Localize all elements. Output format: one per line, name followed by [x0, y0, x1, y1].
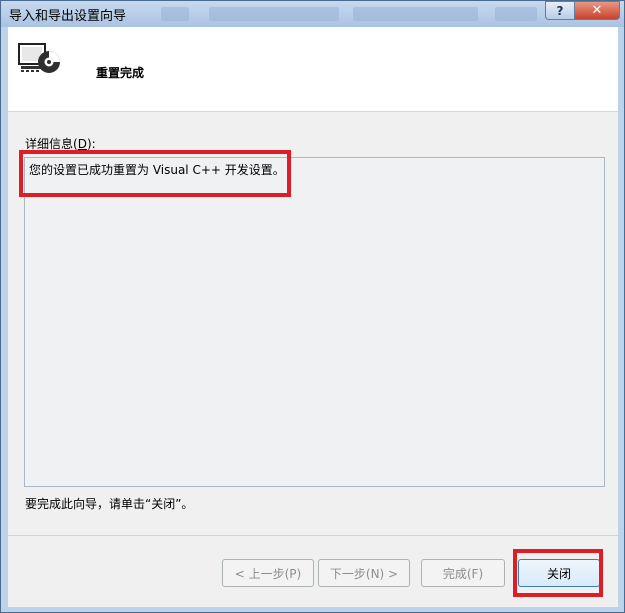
settings-wizard-icon: [18, 43, 60, 73]
window-close-button[interactable]: ✕: [574, 1, 620, 20]
next-button[interactable]: 下一步(N) >: [318, 559, 410, 587]
finish-button[interactable]: 完成(F): [421, 559, 505, 587]
background-window-ghost: [209, 7, 339, 21]
background-window-ghost: [495, 7, 537, 21]
help-button[interactable]: ?: [545, 1, 574, 20]
background-window-ghost: [353, 7, 478, 21]
window-title: 导入和导出设置向导: [9, 9, 127, 24]
details-label-accesskey: D: [77, 137, 87, 151]
finish-instruction: 要完成此向导，请单击“关闭”。: [25, 497, 194, 511]
page-title: 重置完成: [96, 66, 145, 80]
wizard-client-area: 重置完成 详细信息(D): 您的设置已成功重置为 Visual C++ 开发设置…: [8, 27, 618, 607]
settings-wizard-window: 导入和导出设置向导 ? ✕ 重置完成 详细信息(D): 您的设置已成功重置为 V…: [0, 0, 625, 613]
close-button[interactable]: 关闭: [518, 559, 600, 587]
wizard-header: 重置完成: [8, 27, 618, 112]
footer-separator: [8, 535, 618, 536]
details-text: 您的设置已成功重置为 Visual C++ 开发设置。: [29, 163, 285, 177]
details-label: 详细信息(D):: [25, 137, 96, 151]
previous-button[interactable]: < 上一步(P): [222, 559, 314, 587]
details-textbox[interactable]: 您的设置已成功重置为 Visual C++ 开发设置。: [24, 157, 605, 487]
background-window-ghost: [161, 7, 189, 21]
title-bar[interactable]: 导入和导出设置向导 ? ✕: [1, 1, 624, 27]
